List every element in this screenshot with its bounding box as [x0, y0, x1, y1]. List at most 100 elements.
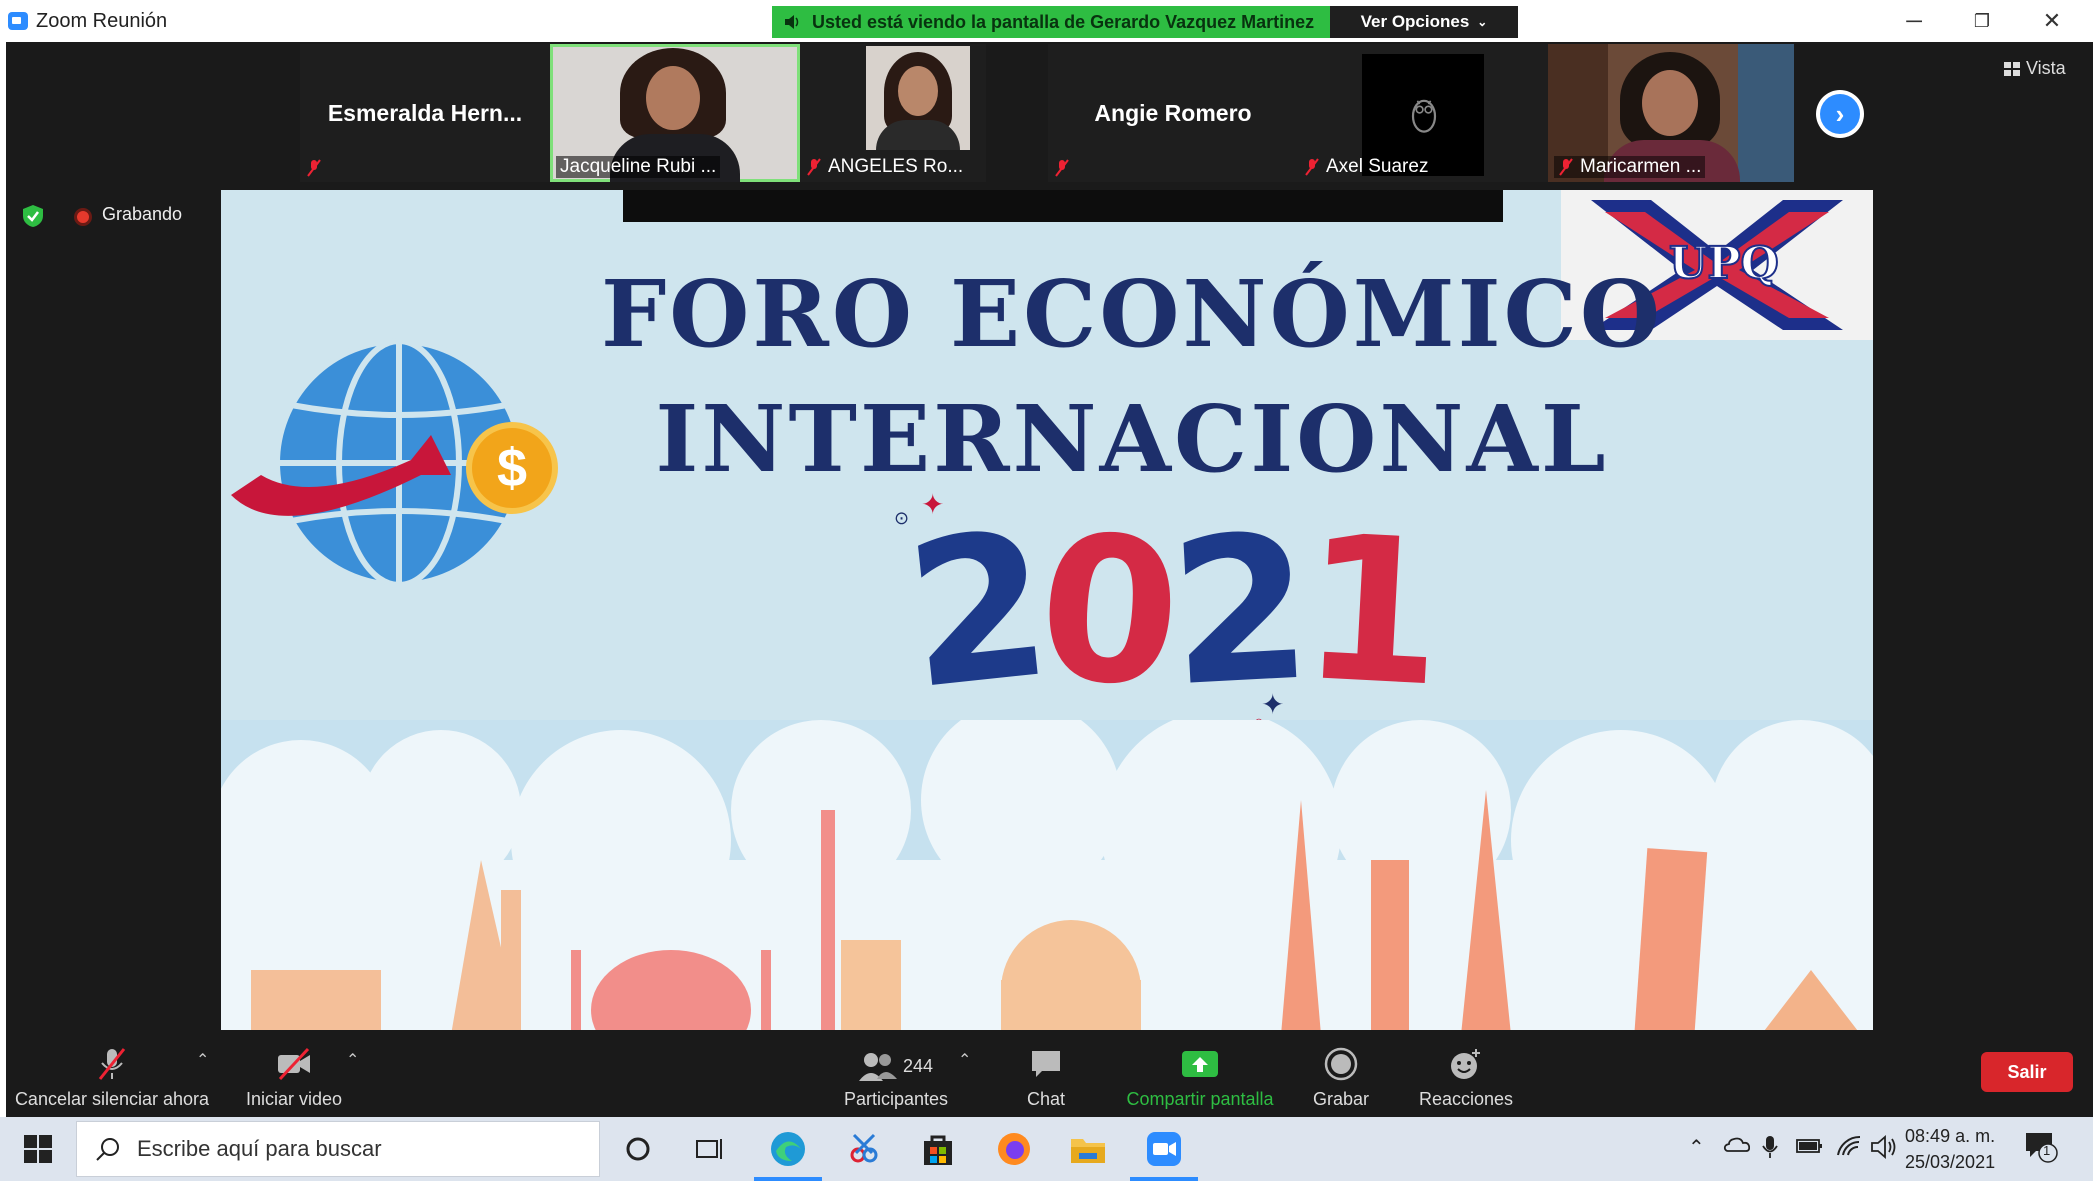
participant-label: Jacqueline Rubi ... — [556, 156, 721, 178]
chat-button[interactable]: Chat — [1006, 1040, 1086, 1110]
firefox-icon[interactable] — [990, 1125, 1038, 1173]
clock-time: 08:49 a. m. — [1905, 1126, 1996, 1146]
record-label: Grabar — [1312, 1089, 1370, 1109]
participant-tile[interactable]: Jacqueline Rubi ... — [550, 44, 800, 182]
speaker-icon — [785, 15, 799, 29]
record-button[interactable]: Grabar — [1296, 1040, 1386, 1110]
reactions-icon — [1451, 1049, 1480, 1079]
participant-tile[interactable]: ANGELES Ro... — [800, 44, 986, 182]
restore-icon: ❐ — [1973, 10, 1991, 31]
window-title: Zoom Reunión — [36, 10, 168, 32]
taskbar-clock[interactable]: 08:49 a. m. 25/03/2021 — [1905, 1123, 1995, 1175]
view-options-label: Ver Opciones — [1360, 12, 1470, 31]
record-icon — [1324, 1047, 1358, 1081]
participants-count: 244 — [902, 1055, 934, 1076]
participant-status: Maricarmen ... — [1554, 156, 1706, 178]
share-screen-button[interactable]: Compartir pantalla — [1112, 1040, 1288, 1110]
microphone-icon[interactable] — [1762, 1135, 1778, 1165]
view-button[interactable]: Vista — [2004, 58, 2066, 79]
reactions-label: Reacciones — [1418, 1089, 1514, 1109]
notifications-icon[interactable]: 1 — [2024, 1129, 2058, 1169]
recording-label: Grabando — [102, 204, 183, 224]
tray-overflow-caret[interactable]: ⌃ — [1688, 1135, 1705, 1160]
zoom-window: Zoom Reunión Usted está viendo la pantal… — [0, 0, 2093, 1181]
minimize-icon: ─ — [1906, 8, 1922, 33]
year-digit: 0 — [1032, 490, 1180, 733]
slide-year: 2021 — [897, 489, 1440, 734]
battery-icon[interactable] — [1796, 1135, 1824, 1161]
share-banner-text: Usted está viendo la pantalla de Gerardo… — [812, 11, 1315, 32]
next-page-button[interactable]: › — [1816, 90, 1864, 138]
coin-symbol: $ — [496, 438, 528, 498]
unmute-label: Cancelar silenciar ahora — [14, 1089, 210, 1109]
meeting-area: Esmeralda Hern... Jacqueline Rubi ... AN… — [6, 42, 2093, 1117]
start-video-label: Iniciar video — [245, 1089, 343, 1109]
participant-status — [1054, 158, 1070, 178]
close-button[interactable]: ✕ — [2022, 4, 2082, 38]
skyline-illustration — [221, 720, 1873, 1035]
video-options-caret[interactable]: ⌃ — [346, 1050, 359, 1070]
participant-status: ANGELES Ro... — [806, 156, 963, 178]
meeting-toolbar: Cancelar silenciar ahora ⌃ Iniciar video… — [6, 1030, 2093, 1117]
participant-video — [866, 46, 970, 150]
participant-label: Axel Suarez — [1326, 156, 1429, 177]
file-explorer-icon[interactable] — [1064, 1125, 1112, 1173]
encryption-shield-icon[interactable] — [22, 204, 44, 228]
zoom-taskbar-icon[interactable] — [1130, 1125, 1198, 1181]
muted-mic-icon — [1559, 158, 1573, 176]
recording-dot-icon — [74, 208, 92, 226]
view-options-button[interactable]: Ver Opciones ⌄ — [1330, 6, 1518, 38]
onedrive-icon[interactable] — [1722, 1135, 1751, 1159]
store-icon[interactable] — [914, 1125, 962, 1173]
participant-name: Esmeralda Hern... — [327, 100, 523, 126]
audio-options-caret[interactable]: ⌃ — [196, 1050, 209, 1070]
chat-label: Chat — [1026, 1089, 1066, 1109]
chevron-right-icon: › — [1820, 94, 1860, 134]
participant-label: ANGELES Ro... — [828, 156, 964, 177]
muted-mic-icon — [98, 1048, 126, 1080]
search-placeholder: Escribe aquí para buscar — [137, 1136, 382, 1161]
windows-start-icon[interactable] — [24, 1135, 52, 1163]
video-off-icon — [278, 1047, 310, 1081]
chat-icon — [1032, 1051, 1060, 1077]
zoom-app-icon — [8, 12, 28, 30]
shared-screen: UPQ FORO ECONÓMICO INTERNACIONAL $ ✦ ⊙ ✦… — [221, 190, 1873, 1035]
participant-tile[interactable]: Esmeralda Hern... — [300, 44, 550, 182]
face-shape — [646, 66, 700, 130]
year-digit: 2 — [897, 488, 1052, 735]
owl-icon — [1411, 99, 1437, 133]
close-icon: ✕ — [2042, 8, 2062, 33]
participants-options-caret[interactable]: ⌃ — [958, 1050, 971, 1070]
coin-icon: $ — [466, 422, 558, 514]
edge-browser-icon[interactable] — [754, 1125, 822, 1181]
participants-icon-group: 244 — [858, 1051, 934, 1081]
start-video-button[interactable]: Iniciar video — [234, 1040, 354, 1110]
wifi-icon[interactable] — [1836, 1135, 1862, 1163]
participant-status — [306, 158, 322, 178]
participants-button[interactable]: 244 Participantes — [826, 1040, 966, 1110]
participant-name: Angie Romero — [1094, 100, 1252, 126]
slide-top-bar — [623, 190, 1503, 222]
participant-tile[interactable]: Axel Suarez — [1298, 44, 1548, 182]
participant-tile[interactable]: Angie Romero — [1048, 44, 1298, 182]
share-screen-label: Compartir pantalla — [1126, 1089, 1274, 1109]
year-digit: 2 — [1165, 491, 1309, 732]
participant-tile[interactable]: Maricarmen ... — [1548, 44, 1794, 182]
task-view-icon[interactable] — [686, 1125, 734, 1173]
volume-icon[interactable] — [1870, 1135, 1898, 1165]
taskbar-search-box[interactable]: Escribe aquí para buscar — [76, 1121, 600, 1177]
background-shape — [1738, 44, 1794, 182]
muted-mic-icon — [1055, 159, 1069, 177]
participants-label: Participantes — [843, 1089, 949, 1109]
unmute-button[interactable]: Cancelar silenciar ahora — [12, 1040, 212, 1110]
restore-button[interactable]: ❐ — [1952, 4, 2012, 38]
reactions-button[interactable]: Reacciones — [1406, 1040, 1526, 1110]
participant-label: Maricarmen ... — [1580, 156, 1702, 177]
leave-meeting-button[interactable]: Salir — [1981, 1052, 2073, 1092]
snipping-tool-icon[interactable] — [840, 1125, 888, 1173]
face-shape — [898, 66, 938, 116]
grid-icon — [2004, 61, 2020, 76]
minimize-button[interactable]: ─ — [1884, 4, 1944, 38]
cortana-icon[interactable] — [614, 1125, 662, 1173]
face-shape — [1642, 70, 1698, 136]
